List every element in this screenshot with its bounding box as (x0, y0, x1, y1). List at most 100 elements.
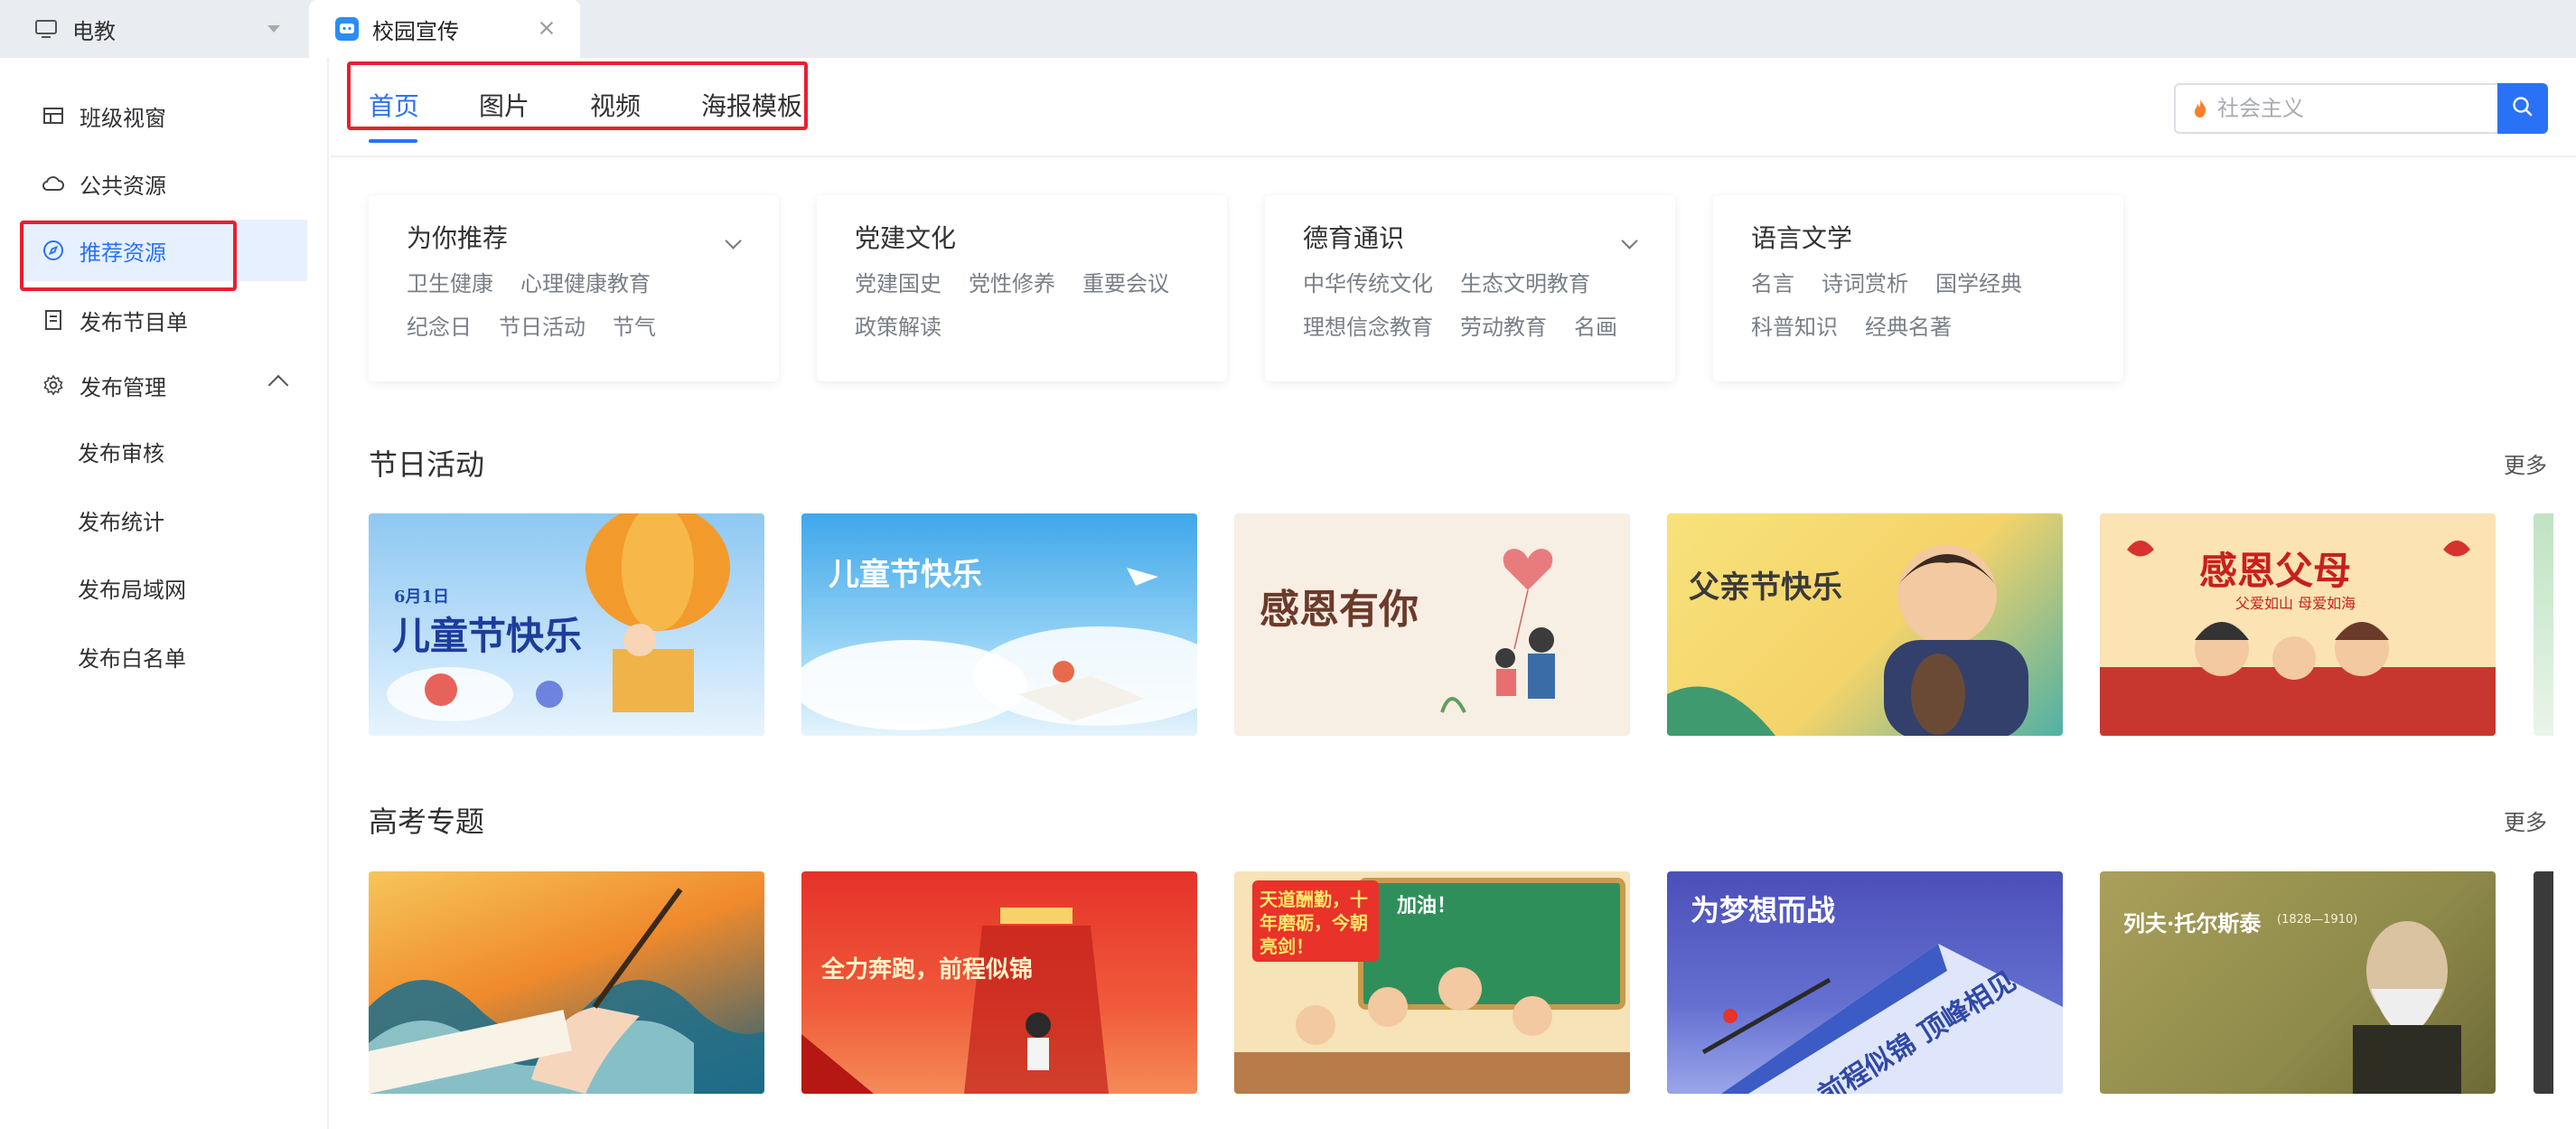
thumb-title: 儿童节快乐 (392, 614, 583, 658)
clouds-illustration (801, 568, 1197, 730)
thumbnail-childrens-day-1[interactable]: 6月1日 儿童节快乐 (369, 513, 764, 736)
category-link[interactable]: 党建国史 (855, 268, 941, 300)
top-tab-bar: 电教 校园宣传 (0, 0, 2576, 58)
list-doc-icon (42, 308, 65, 332)
doc-tab-title: 校园宣传 (372, 18, 459, 44)
category-link[interactable]: 节日活动 (499, 311, 585, 343)
category-link[interactable]: 劳动教育 (1460, 311, 1547, 343)
portrait-illustration (2353, 921, 2461, 1094)
content-tabs: 首页 图片 视频 海报模板 (331, 58, 2576, 157)
search-icon (2511, 95, 2534, 122)
thumb-title: 为梦想而战 (1691, 893, 1836, 927)
category-card-party-culture: 党建文化 党建国史 党性修养 重要会议 政策解读 (817, 195, 1227, 381)
thumb-subtitle: 父爱如山 母爱如海 (2235, 595, 2356, 612)
sidebar-item-public-resources[interactable]: 公共资源 (0, 153, 307, 214)
thumb-title: 儿童节快乐 (829, 557, 982, 593)
sidebar-item-publish-management[interactable]: 发布管理 (0, 354, 307, 416)
layout-icon (42, 104, 65, 127)
category-link[interactable]: 纪念日 (407, 311, 472, 343)
tab-poster-templates[interactable]: 海报模板 (701, 80, 802, 134)
thumbnail-childrens-day-2[interactable]: 儿童节快乐 (801, 513, 1197, 736)
category-card-moral-education: 德育通识 中华传统文化 生态文明教育 理想信念教育 劳动教育 名画 (1265, 195, 1675, 381)
thumbnail-gaokao-dream[interactable]: 为梦想而战 前程似锦 顶峰相见 (1667, 871, 2063, 1094)
thumbnail-gaokao-run[interactable]: 全力奔跑，前程似锦 (801, 871, 1197, 1094)
sidebar-subitem-review[interactable]: 发布审核 (78, 436, 164, 472)
thumb-title: 父亲节快乐 (1689, 569, 1842, 606)
category-link[interactable]: 理想信念教育 (1303, 311, 1433, 343)
app-name: 电教 (72, 18, 116, 44)
thumbnail-tolstoy[interactable]: 列夫·托尔斯泰 (1828—1910) (2100, 871, 2496, 1094)
monitor-icon (34, 19, 58, 39)
thumbnail-gratitude[interactable]: 感恩有你 (1234, 513, 1630, 736)
sidebar-item-publish-playlist[interactable]: 发布节目单 (0, 289, 307, 351)
category-link[interactable]: 卫生健康 (407, 268, 493, 300)
thumbnail-gaokao-writing[interactable] (369, 871, 764, 1094)
waves-hand-illustration (369, 888, 764, 1094)
thumb-title: 感恩有你 (1260, 587, 1419, 633)
category-link[interactable]: 科普知识 (1751, 311, 1838, 343)
tab-images[interactable]: 图片 (479, 80, 529, 134)
active-tab-underline (369, 139, 417, 143)
more-link-festivals[interactable]: 更多 (2504, 447, 2547, 484)
thumbnail-thank-parents[interactable]: 感恩父母 父爱如山 母爱如海 (2100, 513, 2496, 736)
thumb-subtitle: (1828—1910) (2277, 913, 2358, 927)
sidebar-item-class-window[interactable]: 班级视窗 (0, 85, 307, 146)
thumb-title: 列夫·托尔斯泰 (2123, 910, 2262, 936)
thumb-top-text: 加油！ (1397, 894, 1457, 917)
thumb-title: 全力奔跑，前程似锦 (821, 956, 1034, 983)
category-link[interactable]: 政策解读 (855, 311, 941, 343)
chat-bubble-icon (334, 16, 360, 42)
tab-videos[interactable]: 视频 (590, 80, 641, 134)
search-box[interactable] (2174, 83, 2499, 134)
sidebar-subitem-lan[interactable]: 发布局域网 (78, 572, 186, 608)
category-link[interactable]: 名言 (1751, 268, 1794, 300)
sidebar-subitem-stats[interactable]: 发布统计 (78, 504, 164, 541)
tab-home[interactable]: 首页 (369, 80, 419, 134)
cloud-icon (42, 172, 65, 195)
sidebar-item-label: 班级视窗 (80, 105, 166, 131)
category-title: 德育通识 (1303, 223, 1405, 253)
sidebar-item-recommended[interactable]: 推荐资源 (22, 220, 307, 281)
category-title: 语言文学 (1751, 223, 1853, 253)
category-title: 党建文化 (855, 223, 957, 253)
gear-icon (42, 373, 65, 397)
category-title: 为你推荐 (407, 223, 509, 253)
section-title-gaokao: 高考专题 (369, 804, 485, 839)
thumb-title: 天道酬勤，十年磨砺，今朝亮剑！ (1260, 889, 1368, 957)
category-link[interactable]: 重要会议 (1082, 268, 1169, 300)
sidebar: 班级视窗 公共资源 推荐资源 发布节目单 发布管理 发布审核 发布统计 发布局域… (0, 58, 329, 1129)
category-card-recommended: 为你推荐 卫生健康 心理健康教育 纪念日 节日活动 节气 (369, 195, 779, 381)
thumbnail-partial[interactable] (2534, 513, 2553, 736)
thumb-top-text: 6月1日 (394, 588, 450, 607)
category-link[interactable]: 党性修养 (969, 268, 1055, 300)
category-link[interactable]: 国学经典 (1935, 268, 2022, 300)
caret-down-icon (267, 25, 280, 33)
section-title-festivals: 节日活动 (369, 447, 485, 482)
category-link[interactable]: 经典名著 (1865, 311, 1952, 343)
thumb-title: 感恩父母 (2199, 549, 2352, 593)
more-link-gaokao[interactable]: 更多 (2504, 804, 2547, 841)
compass-icon (42, 239, 65, 262)
sidebar-item-label: 发布节目单 (80, 309, 188, 335)
thumbnail-fathers-day[interactable]: 父亲节快乐 (1667, 513, 2063, 736)
sidebar-subitem-whitelist[interactable]: 发布白名单 (78, 641, 186, 677)
flame-icon (2192, 99, 2208, 118)
search-input[interactable] (2217, 96, 2488, 121)
sidebar-item-label: 公共资源 (80, 173, 166, 199)
close-icon[interactable] (537, 18, 557, 38)
category-link[interactable]: 名画 (1574, 311, 1617, 343)
category-link[interactable]: 心理健康教育 (520, 268, 651, 300)
category-link[interactable]: 生态文明教育 (1460, 268, 1590, 300)
chevron-up-icon (267, 374, 289, 396)
search-button[interactable] (2497, 83, 2548, 134)
thumbnail-partial[interactable] (2534, 871, 2553, 1094)
category-link[interactable]: 节气 (613, 311, 656, 343)
main-content: 首页 图片 视频 海报模板 为你推荐 卫生健康 心理健康教育 纪念日 节日活动 … (331, 58, 2576, 1129)
father-illustration (1667, 545, 2028, 736)
category-link[interactable]: 诗词赏析 (1822, 268, 1908, 300)
category-link[interactable]: 中华传统文化 (1303, 268, 1433, 300)
thumbnail-gaokao-cheer[interactable]: 天道酬勤，十年磨砺，今朝亮剑！ 加油！ (1234, 871, 1630, 1094)
doc-tab-campus-promo[interactable]: 校园宣传 (309, 0, 580, 58)
sidebar-item-label: 发布管理 (80, 374, 166, 400)
app-selector[interactable]: 电教 (0, 0, 307, 58)
